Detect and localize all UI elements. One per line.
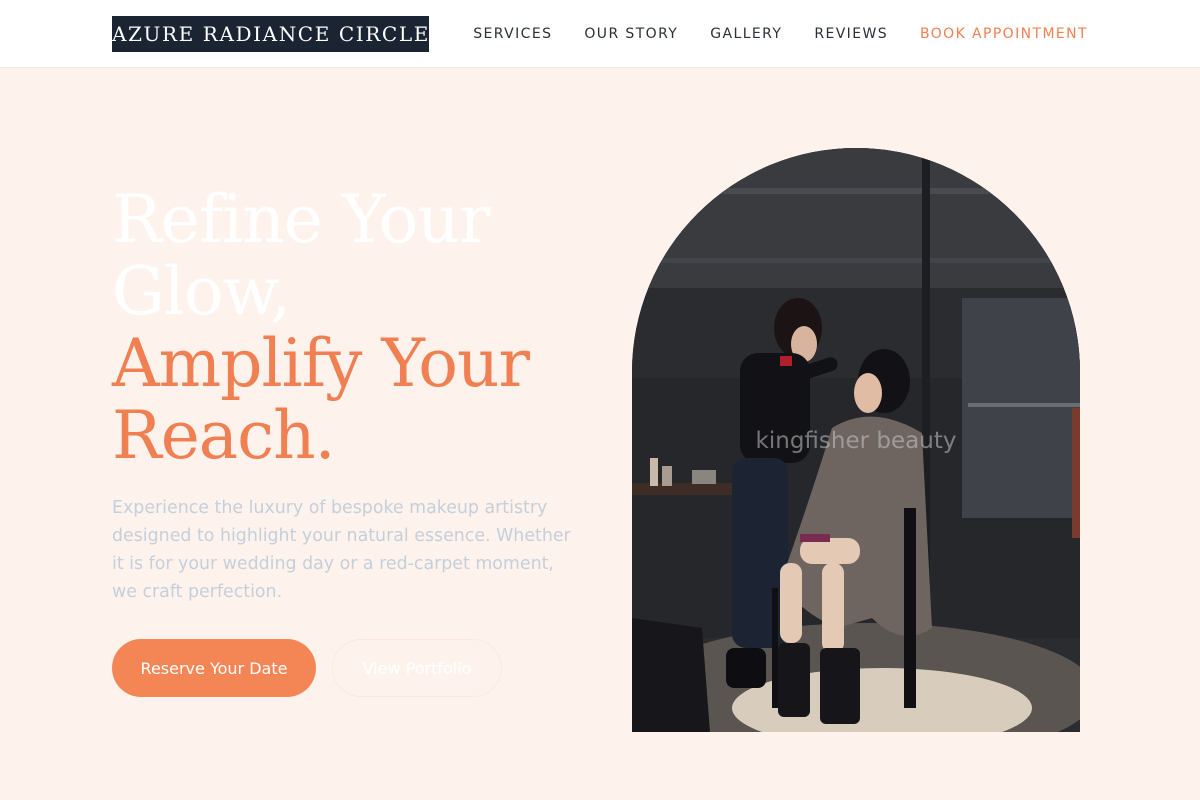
- hero-title-line-3: Amplify Your: [112, 325, 530, 402]
- hero-title-line-1: Refine Your: [112, 181, 490, 258]
- hero-photo: kingfisher beauty: [632, 148, 1080, 732]
- nav-reviews-link[interactable]: REVIEWS: [814, 26, 888, 42]
- nav-gallery-link[interactable]: GALLERY: [710, 26, 782, 42]
- brand-logo[interactable]: AZURE RADIANCE CIRCLE: [112, 16, 429, 52]
- hero-title-line-2: Glow,: [112, 253, 291, 330]
- hero-description: Experience the luxury of bespoke makeup …: [112, 498, 571, 602]
- main-nav: SERVICES OUR STORY GALLERY REVIEWS BOOK …: [473, 0, 1088, 68]
- site-header: AZURE RADIANCE CIRCLE SERVICES OUR STORY…: [0, 0, 1200, 68]
- reserve-date-button[interactable]: Reserve Your Date: [112, 639, 316, 697]
- nav-book-appointment-link[interactable]: BOOK APPOINTMENT: [920, 26, 1088, 42]
- view-portfolio-button[interactable]: View Portfolio: [332, 639, 502, 697]
- hero-title: Refine Your Glow, Amplify Your Reach.: [112, 184, 592, 472]
- nav-our-story-link[interactable]: OUR STORY: [584, 26, 678, 42]
- nav-services-link[interactable]: SERVICES: [473, 26, 552, 42]
- hero-title-line-4: Reach.: [112, 397, 336, 474]
- photo-watermark: kingfisher beauty: [755, 428, 957, 454]
